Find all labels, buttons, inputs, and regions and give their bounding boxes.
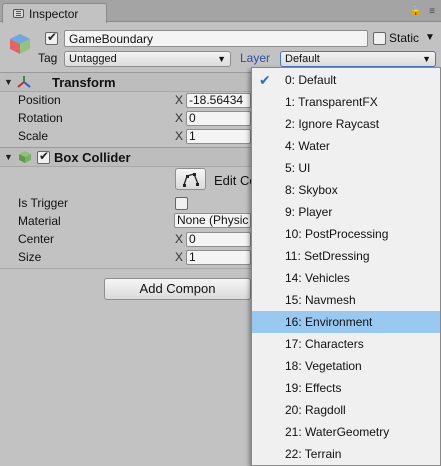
layer-menu-item-label: 4: Water — [285, 139, 330, 153]
layer-menu-item-label: 11: SetDressing — [285, 249, 370, 263]
tab-bar: Inspector 🔒 ≡ — [0, 0, 441, 23]
layer-popup-menu: ✔ 0: Default 1: TransparentFX 2: Ignore Ray… — [251, 67, 441, 466]
object-name-field[interactable]: GameBoundary — [64, 30, 368, 47]
chevron-down-icon: ▼ — [422, 54, 431, 64]
position-label: Position — [18, 93, 61, 107]
gameobject-cube-icon — [10, 34, 30, 54]
layer-menu-item[interactable]: 1: TransparentFX — [252, 91, 440, 113]
layer-menu-item-label: 16: Environment — [285, 315, 373, 329]
layer-menu-item[interactable]: 9: Player — [252, 201, 440, 223]
material-label: Material — [18, 214, 61, 228]
edit-collider-icon — [182, 173, 199, 187]
tag-label: Tag — [38, 51, 58, 65]
box-collider-icon — [19, 151, 31, 163]
layer-menu-item[interactable]: 2: Ignore Raycast — [252, 113, 440, 135]
layer-dropdown[interactable]: Default ▼ — [280, 51, 436, 67]
static-checkbox[interactable] — [373, 32, 386, 45]
rotation-x-field[interactable]: 0 — [186, 111, 251, 126]
context-menu-icon[interactable]: ≡ — [429, 6, 435, 17]
add-component-label: Add Compon — [139, 281, 216, 296]
layer-menu-item[interactable]: 14: Vehicles — [252, 267, 440, 289]
tab-inspector[interactable]: Inspector — [2, 3, 107, 23]
layer-menu-item[interactable]: 21: WaterGeometry — [252, 421, 440, 443]
layer-menu-item[interactable]: 16: Environment — [252, 311, 440, 333]
layer-menu-item-label: 19: Effects — [285, 381, 342, 395]
layer-label: Layer — [240, 51, 271, 65]
divider — [0, 268, 251, 269]
center-x-field[interactable]: 0 — [186, 232, 251, 247]
position-x-field[interactable]: -18.56434 — [186, 93, 251, 108]
size-label: Size — [18, 250, 42, 264]
transform-title: Transform — [52, 75, 116, 90]
rotation-label: Rotation — [18, 111, 63, 125]
box-collider-title: Box Collider — [54, 150, 131, 165]
layer-menu-item[interactable]: 22: Terrain — [252, 443, 440, 465]
layer-menu-item[interactable]: 20: Ragdoll — [252, 399, 440, 421]
add-component-button[interactable]: Add Compon — [104, 278, 251, 300]
rotation-x-axis: X — [175, 111, 184, 125]
layer-menu-item-label: 15: Navmesh — [285, 293, 356, 307]
layer-menu-item[interactable]: ✔ 0: Default — [252, 69, 440, 91]
layer-value: Default — [285, 53, 320, 65]
layer-menu-item[interactable]: 19: Effects — [252, 377, 440, 399]
lock-icon[interactable]: 🔒 — [410, 6, 422, 17]
layer-menu-item[interactable]: 8: Skybox — [252, 179, 440, 201]
box-collider-enabled-checkbox[interactable] — [37, 149, 50, 164]
layer-menu-item-label: 9: Player — [285, 205, 333, 219]
layer-menu-item-label: 10: PostProcessing — [285, 227, 389, 241]
tag-dropdown[interactable]: Untagged ▼ — [64, 51, 231, 67]
static-label: Static — [389, 31, 420, 45]
transform-icon — [17, 76, 31, 88]
layer-menu-item-label: 5: UI — [285, 161, 311, 175]
layer-menu-item-label: 17: Characters — [285, 337, 364, 351]
is-trigger-checkbox[interactable] — [175, 197, 188, 210]
scale-x-field[interactable]: 1 — [186, 129, 251, 144]
checkmark-icon: ✔ — [259, 72, 271, 88]
layer-menu-item[interactable]: 4: Water — [252, 135, 440, 157]
layer-menu-item-label: 22: Terrain — [285, 447, 342, 461]
layer-menu-item[interactable]: 5: UI — [252, 157, 440, 179]
layer-menu-item-label: 1: TransparentFX — [285, 95, 378, 109]
static-dropdown-arrow[interactable]: ▼ — [425, 32, 435, 43]
material-field[interactable]: None (Physic — [174, 213, 251, 228]
center-x-axis: X — [175, 232, 184, 246]
layer-menu-item-label: 21: WaterGeometry — [285, 425, 390, 439]
chevron-down-icon: ▼ — [217, 54, 226, 64]
tab-controls: 🔒 ≡ — [410, 6, 435, 17]
layer-menu-item[interactable]: 15: Navmesh — [252, 289, 440, 311]
size-x-axis: X — [175, 250, 184, 264]
layer-menu-item[interactable]: 17: Characters — [252, 333, 440, 355]
fold-arrow-icon[interactable]: ▼ — [4, 77, 13, 87]
fold-arrow-icon[interactable]: ▼ — [4, 152, 13, 162]
layer-menu-item-label: 14: Vehicles — [285, 271, 350, 285]
tab-label: Inspector — [29, 7, 79, 21]
edit-collider-button[interactable] — [175, 168, 206, 190]
layer-menu-item-label: 2: Ignore Raycast — [285, 117, 380, 131]
layer-menu-item-label: 0: Default — [285, 73, 337, 87]
inspector-icon — [13, 9, 24, 18]
layer-menu-item[interactable]: 10: PostProcessing — [252, 223, 440, 245]
layer-menu-item[interactable]: 18: Vegetation — [252, 355, 440, 377]
active-checkbox[interactable] — [45, 30, 58, 45]
is-trigger-label: Is Trigger — [18, 196, 69, 210]
layer-menu-item-label: 18: Vegetation — [285, 359, 362, 373]
layer-menu-item-label: 20: Ragdoll — [285, 403, 346, 417]
center-label: Center — [18, 232, 55, 246]
size-x-field[interactable]: 1 — [186, 250, 251, 265]
layer-menu-item-label: 8: Skybox — [285, 183, 338, 197]
position-x-axis: X — [175, 93, 184, 107]
tag-value: Untagged — [69, 53, 117, 65]
scale-x-axis: X — [175, 129, 184, 143]
scale-label: Scale — [18, 129, 49, 143]
layer-menu-item[interactable]: 11: SetDressing — [252, 245, 440, 267]
